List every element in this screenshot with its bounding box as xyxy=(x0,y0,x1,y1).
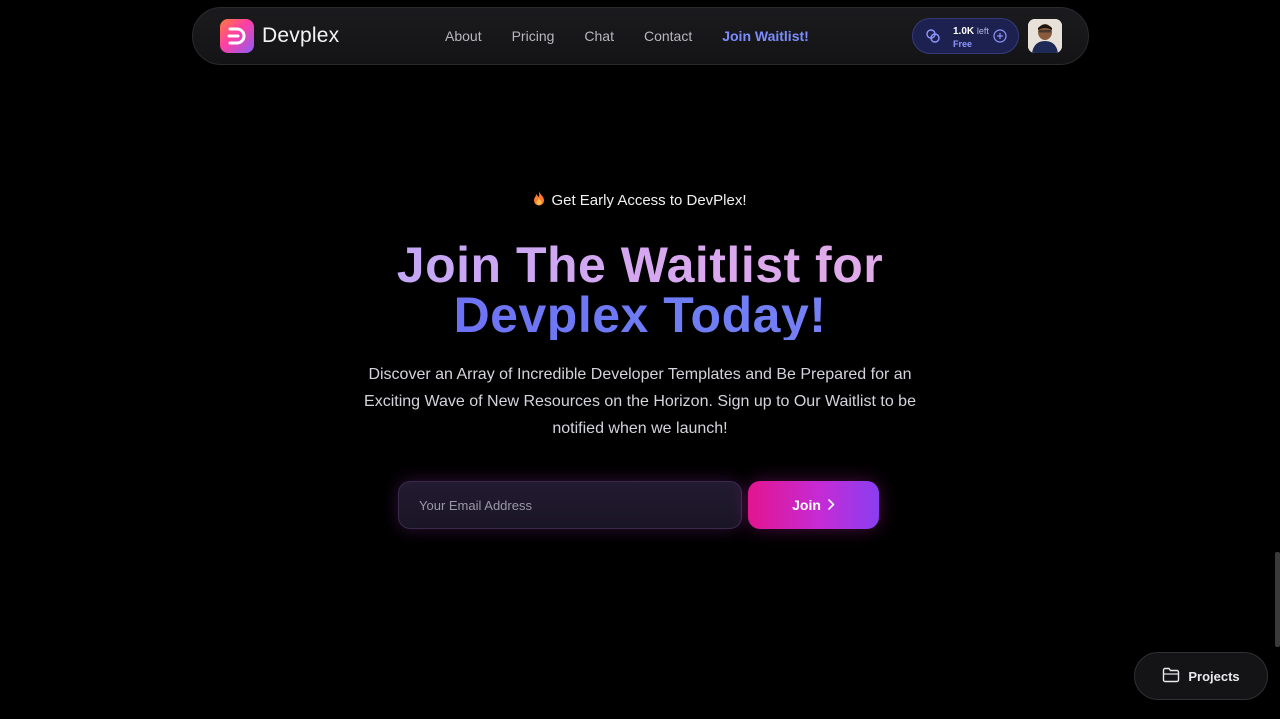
credits-badge[interactable]: 1.0K left Free xyxy=(912,18,1019,54)
coins-icon xyxy=(925,28,941,49)
nav-links: About Pricing Chat Contact Join Waitlist… xyxy=(445,8,839,64)
credits-suffix: left xyxy=(976,26,989,36)
navbar: Devplex About Pricing Chat Contact Join … xyxy=(192,7,1089,65)
projects-label: Projects xyxy=(1188,668,1240,684)
nav-link-contact[interactable]: Contact xyxy=(644,28,692,44)
join-button-label: Join xyxy=(792,497,821,513)
hero-subtitle: Discover an Array of Incredible Develope… xyxy=(364,366,916,437)
headline-line-1: Join The Waitlist for xyxy=(0,240,1280,290)
eyebrow-text: Get Early Access to DevPlex! xyxy=(551,192,747,209)
plus-circle-icon[interactable] xyxy=(993,29,1007,48)
brand-name: Devplex xyxy=(262,24,340,47)
waitlist-form: Join xyxy=(398,481,880,529)
credits-amount-value: 1.0K xyxy=(953,26,975,37)
email-field[interactable] xyxy=(398,481,742,529)
nav-link-chat[interactable]: Chat xyxy=(584,28,614,44)
scrollbar-thumb[interactable] xyxy=(1275,552,1280,647)
join-button[interactable]: Join xyxy=(748,481,879,529)
credits-amount: 1.0K left xyxy=(953,26,989,37)
chevron-right-icon xyxy=(827,497,835,513)
nav-link-about[interactable]: About xyxy=(445,28,482,44)
brand[interactable]: Devplex xyxy=(220,19,339,53)
credits-tier: Free xyxy=(953,39,973,49)
headline-line-2: Devplex Today! xyxy=(0,290,1280,340)
fire-icon xyxy=(533,191,545,210)
avatar[interactable] xyxy=(1028,19,1062,53)
nav-link-pricing[interactable]: Pricing xyxy=(512,28,555,44)
folder-icon xyxy=(1162,667,1180,686)
nav-link-join-waitlist[interactable]: Join Waitlist! xyxy=(722,28,809,44)
page-title: Join The Waitlist for Devplex Today! xyxy=(0,240,1280,340)
projects-button[interactable]: Projects xyxy=(1134,652,1268,700)
devplex-logo-icon xyxy=(220,19,254,53)
eyebrow: Get Early Access to DevPlex! xyxy=(0,191,1280,210)
